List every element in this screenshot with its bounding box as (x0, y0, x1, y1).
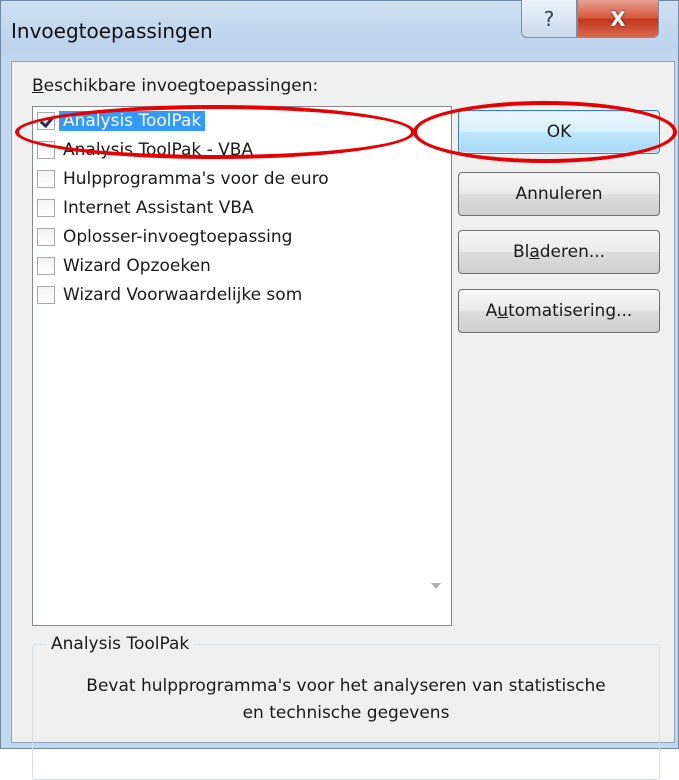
list-item-analysis-toolpak-vba[interactable]: Analysis ToolPak - VBA (37, 138, 253, 162)
window-title: Invoegtoepassingen (11, 19, 213, 43)
checkbox[interactable] (37, 170, 55, 188)
available-addins-label: Beschikbare invoegtoepassingen: (32, 76, 319, 96)
list-item-internet-assistant-vba[interactable]: Internet Assistant VBA (37, 196, 254, 220)
addins-dialog: Invoegtoepassingen ? X Beschikbare invoe… (0, 0, 679, 780)
list-item-analysis-toolpak[interactable]: Analysis ToolPak (37, 109, 206, 133)
checkbox[interactable] (37, 286, 55, 304)
checkbox[interactable] (37, 199, 55, 217)
dialog-body: Beschikbare invoegtoepassingen: Analysis… (11, 61, 675, 780)
list-item-solver-addin[interactable]: Oplosser-invoegtoepassing (37, 225, 292, 249)
list-item-label: Hulpprogramma's voor de euro (63, 169, 329, 189)
close-button[interactable]: X (577, 0, 659, 38)
list-item-label: Analysis ToolPak - VBA (63, 140, 254, 160)
checkbox[interactable] (37, 257, 55, 275)
ok-button[interactable]: OK (458, 110, 660, 154)
list-item-label: Wizard Voorwaardelijke som (63, 285, 303, 305)
addins-listbox[interactable]: Analysis ToolPak Analysis ToolPak - VBA … (32, 106, 452, 626)
list-item-lookup-wizard[interactable]: Wizard Opzoeken (37, 254, 211, 278)
checkbox[interactable] (37, 228, 55, 246)
browse-button[interactable]: Bl a deren... (458, 230, 660, 274)
list-item-label: Internet Assistant VBA (63, 198, 254, 218)
addin-details-group: Analysis ToolPak Bevat hulpprogramma's v… (32, 634, 660, 780)
checkbox[interactable] (37, 141, 55, 159)
addin-description: Bevat hulpprogramma's voor het analysere… (86, 676, 606, 723)
close-icon: X (610, 6, 626, 31)
help-button[interactable]: ? (521, 0, 577, 38)
details-title: Analysis ToolPak (47, 634, 194, 654)
list-item-label: Oplosser-invoegtoepassing (63, 227, 293, 247)
help-icon: ? (543, 6, 555, 31)
list-item-euro-tools[interactable]: Hulpprogramma's voor de euro (37, 167, 329, 191)
list-item-label: Wizard Opzoeken (63, 256, 211, 276)
list-item-conditional-sum-wizard[interactable]: Wizard Voorwaardelijke som (37, 283, 302, 307)
scroll-down-arrow-icon[interactable] (431, 583, 441, 589)
cancel-button[interactable]: Annuleren (458, 172, 660, 216)
list-item-label: Analysis ToolPak (59, 111, 206, 131)
checkbox-checked[interactable] (37, 112, 55, 130)
automation-button[interactable]: Au tomatisering... (458, 289, 660, 333)
